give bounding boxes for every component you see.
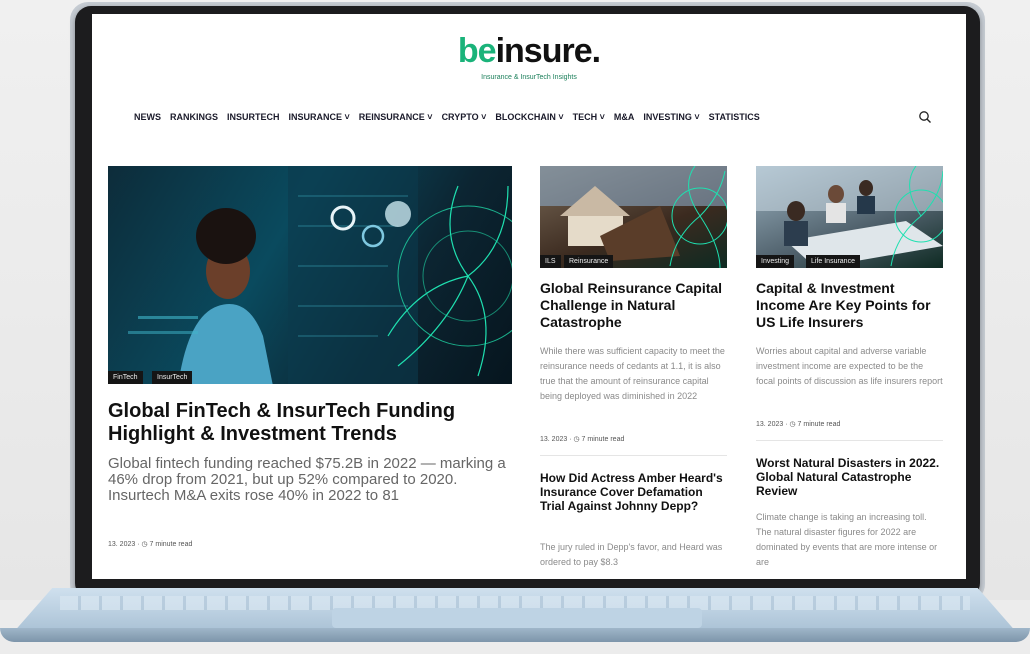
life-insurers-article-title[interactable]: Capital & Investment Income Are Key Poin… bbox=[756, 280, 943, 331]
life-insurers-read-time: 7 minute read bbox=[797, 421, 841, 428]
divider bbox=[756, 440, 943, 441]
reinsurance-article-excerpt: While there was sufficient capacity to m… bbox=[540, 346, 725, 401]
life-insurers-article-excerpt: Worries about capital and adverse variab… bbox=[756, 346, 943, 386]
reinsurance-article-title[interactable]: Global Reinsurance Capital Challenge in … bbox=[540, 280, 727, 331]
featured-read-time: 7 minute read bbox=[149, 541, 193, 548]
tag-life-insurance[interactable]: Life Insurance bbox=[806, 255, 860, 268]
featured-meta: 13. 2023 · ◷ 7 minute read bbox=[108, 541, 193, 548]
main-nav: NEWS RANKINGS INSURTECH INSURANCE ˅ REIN… bbox=[134, 112, 760, 122]
laptop-base-edge bbox=[0, 628, 1030, 642]
reinsurance-read-time: 7 minute read bbox=[581, 436, 625, 443]
nav-item-statistics[interactable]: STATISTICS bbox=[709, 112, 760, 122]
meeting-illustration bbox=[756, 166, 943, 268]
nav-item-investing[interactable]: INVESTING ˅ bbox=[643, 112, 699, 122]
reinsurance-article-image[interactable]: ILS Reinsurance bbox=[540, 166, 727, 268]
nav-item-insurance[interactable]: INSURANCE ˅ bbox=[289, 112, 350, 122]
natural-disasters-article-excerpt: Climate change is taking an increasing t… bbox=[756, 512, 938, 567]
featured-date: 13. 2023 bbox=[108, 541, 136, 548]
tag-reinsurance[interactable]: Reinsurance bbox=[564, 255, 614, 268]
nav-item-reinsurance[interactable]: REINSURANCE ˅ bbox=[359, 112, 433, 122]
nav-item-tech[interactable]: TECH ˅ bbox=[573, 112, 605, 122]
nav-item-ma[interactable]: M&A bbox=[614, 112, 635, 122]
featured-excerpt: Global fintech funding reached $75.2B in… bbox=[108, 455, 506, 504]
nav-item-crypto[interactable]: CRYPTO ˅ bbox=[442, 112, 487, 122]
reinsurance-date: 13. 2023 bbox=[540, 436, 568, 443]
divider bbox=[540, 455, 727, 456]
nav-item-news[interactable]: NEWS bbox=[134, 112, 161, 122]
storm-damage-illustration bbox=[540, 166, 727, 268]
life-insurers-article-image[interactable]: Investing Life Insurance bbox=[756, 166, 943, 268]
amber-heard-article-excerpt: The jury ruled in Depp's favor, and Hear… bbox=[540, 542, 723, 567]
featured-tag-insurtech[interactable]: InsurTech bbox=[152, 371, 193, 384]
life-insurers-date: 13. 2023 bbox=[756, 421, 784, 428]
clock-icon: ◷ bbox=[789, 421, 796, 428]
browser-screen: beinsure. Insurance & InsurTech Insights… bbox=[92, 14, 966, 579]
nav-item-blockchain[interactable]: BLOCKCHAIN ˅ bbox=[495, 112, 563, 122]
tag-ils[interactable]: ILS bbox=[540, 255, 561, 268]
clock-icon: ◷ bbox=[573, 436, 580, 443]
site-tagline: Insurance & InsurTech Insights bbox=[481, 74, 577, 81]
featured-title[interactable]: Global FinTech & InsurTech Funding Highl… bbox=[108, 400, 508, 446]
search-icon[interactable] bbox=[918, 110, 932, 124]
nav-item-insurtech[interactable]: INSURTECH bbox=[227, 112, 280, 122]
natural-disasters-article-title[interactable]: Worst Natural Disasters in 2022. Global … bbox=[756, 456, 943, 498]
featured-image[interactable]: FinTech InsurTech bbox=[108, 166, 512, 384]
featured-tag-fintech[interactable]: FinTech bbox=[108, 371, 143, 384]
logo-text: insure. bbox=[495, 32, 601, 70]
tag-investing[interactable]: Investing bbox=[756, 255, 795, 268]
nav-item-rankings[interactable]: RANKINGS bbox=[170, 112, 218, 122]
logo-accent: be bbox=[457, 32, 497, 70]
trackpad bbox=[332, 608, 702, 628]
reinsurance-article-meta: 13. 2023 · ◷ 7 minute read bbox=[540, 436, 625, 443]
featured-illustration bbox=[128, 166, 512, 384]
clock-icon: ◷ bbox=[141, 541, 148, 548]
life-insurers-article-meta: 13. 2023 · ◷ 7 minute read bbox=[756, 421, 841, 428]
amber-heard-article-title[interactable]: How Did Actress Amber Heard's Insurance … bbox=[540, 471, 727, 513]
site-logo[interactable]: beinsure. bbox=[92, 32, 966, 71]
